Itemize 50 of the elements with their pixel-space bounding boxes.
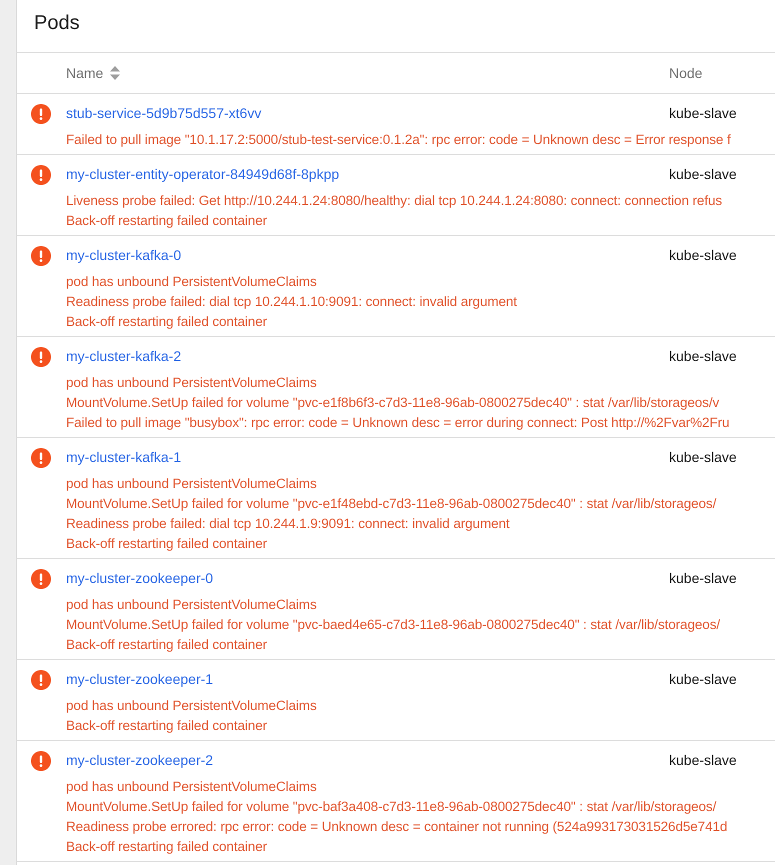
error-message: Failed to pull image "busybox": rpc error: code = Unknown desc = error during connect: Post http://%2Fvar%2Fru bbox=[66, 414, 730, 432]
node-name: kube-slave bbox=[669, 105, 737, 121]
error-message: pod has unbound PersistentVolumeClaims bbox=[66, 697, 317, 715]
error-message: Back-off restarting failed container bbox=[66, 212, 268, 230]
error-message: Back-off restarting failed container bbox=[66, 717, 268, 735]
pod-name-link[interactable]: my-cluster-zookeeper-1 bbox=[66, 671, 214, 687]
error-icon bbox=[31, 751, 51, 771]
error-message: Liveness probe failed: Get http://10.244.1.24:8080/healthy: dial tcp 10.244.1.24:8080: connect: connection refus bbox=[66, 192, 722, 210]
error-message: MountVolume.SetUp failed for volume "pvc-e1f48ebd-c7d3-11e8-96ab-0800275dec40" : stat /var/lib/storageos/ bbox=[66, 495, 716, 513]
node-name: kube-slave bbox=[669, 671, 737, 687]
error-icon bbox=[31, 569, 51, 589]
error-message: Readiness probe failed: dial tcp 10.244.1.10:9091: connect: invalid argument bbox=[66, 293, 517, 311]
pod-name-link[interactable]: stub-service-5d9b75d557-xt6vv bbox=[66, 105, 262, 121]
node-name: kube-slave bbox=[669, 570, 737, 586]
pod-name-link[interactable]: my-cluster-entity-operator-84949d68f-8pkpp bbox=[66, 166, 340, 182]
pod-name-link[interactable]: my-cluster-zookeeper-0 bbox=[66, 570, 214, 586]
page-title: Pods bbox=[34, 11, 80, 35]
error-message: MountVolume.SetUp failed for volume "pvc-baf3a408-c7d3-11e8-96ab-0800275dec40" : stat /var/lib/storageos/ bbox=[66, 798, 716, 816]
error-message: Back-off restarting failed container bbox=[66, 313, 268, 331]
pod-name-link[interactable]: my-cluster-kafka-2 bbox=[66, 348, 182, 364]
error-message: pod has unbound PersistentVolumeClaims bbox=[66, 374, 317, 392]
node-name: kube-slave bbox=[669, 752, 737, 768]
error-icon bbox=[31, 104, 51, 124]
error-icon bbox=[31, 670, 51, 690]
node-name: kube-slave bbox=[669, 166, 737, 182]
node-name: kube-slave bbox=[669, 449, 737, 465]
error-icon bbox=[31, 165, 51, 185]
column-header[interactable]: Name bbox=[66, 62, 104, 84]
error-message: Readiness probe failed: dial tcp 10.244.1.9:9091: connect: invalid argument bbox=[66, 515, 510, 533]
error-message: Back-off restarting failed container bbox=[66, 535, 268, 553]
error-message: Failed to pull image "10.1.17.2:5000/stub-test-service:0.1.2a": rpc error: code = Unknown desc = Error response f bbox=[66, 131, 731, 149]
node-name: kube-slave bbox=[669, 348, 737, 364]
column-header: Node bbox=[669, 64, 702, 82]
error-message: pod has unbound PersistentVolumeClaims bbox=[66, 475, 317, 493]
sort-icon[interactable] bbox=[110, 66, 120, 80]
error-icon bbox=[31, 347, 51, 367]
error-message: Back-off restarting failed container bbox=[66, 838, 268, 856]
pod-name-link[interactable]: my-cluster-kafka-0 bbox=[66, 247, 182, 263]
error-message: Readiness probe errored: rpc error: code = Unknown desc = container not running (524a993173031526d5e741d bbox=[66, 818, 728, 836]
error-message: pod has unbound PersistentVolumeClaims bbox=[66, 596, 317, 614]
node-name: kube-slave bbox=[669, 247, 737, 263]
error-message: Back-off restarting failed container bbox=[66, 636, 268, 654]
pod-name-link[interactable]: my-cluster-zookeeper-2 bbox=[66, 752, 214, 768]
error-icon bbox=[31, 448, 51, 468]
error-message: pod has unbound PersistentVolumeClaims bbox=[66, 778, 317, 796]
error-message: pod has unbound PersistentVolumeClaims bbox=[66, 273, 317, 291]
pod-name-link[interactable]: my-cluster-kafka-1 bbox=[66, 449, 182, 465]
error-message: MountVolume.SetUp failed for volume "pvc-e1f8b6f3-c7d3-11e8-96ab-0800275dec40" : stat /var/lib/storageos/v bbox=[66, 394, 720, 412]
error-icon bbox=[31, 246, 51, 266]
error-message: MountVolume.SetUp failed for volume "pvc-baed4e65-c7d3-11e8-96ab-0800275dec40" : stat /var/lib/storageos/ bbox=[66, 616, 720, 634]
